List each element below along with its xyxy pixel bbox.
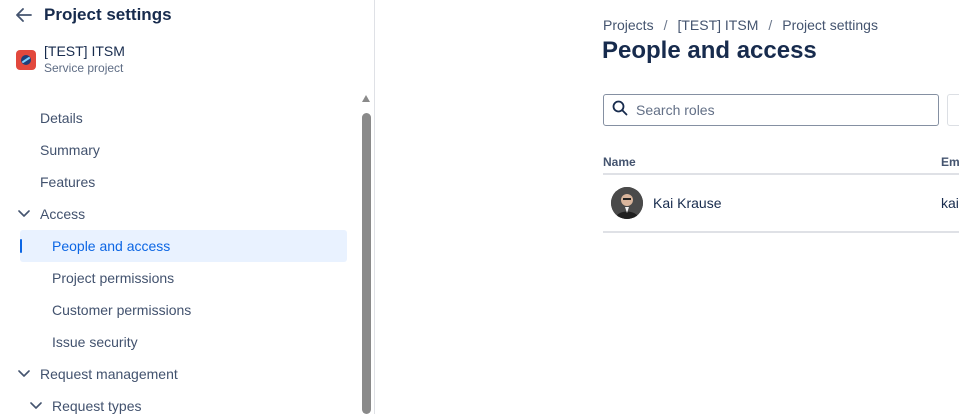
breadcrumb-separator: / <box>663 17 668 33</box>
search-icon <box>612 100 628 121</box>
scrollbar-thumb[interactable] <box>362 113 371 414</box>
breadcrumb-item[interactable]: Projects <box>603 17 654 33</box>
user-email: kai <box>941 195 959 211</box>
sidebar-scrollbar[interactable] <box>361 95 371 414</box>
sidebar-item-label: Details <box>40 110 83 126</box>
sidebar-item-label: Project permissions <box>52 270 175 286</box>
people-table: Name Em Kai Krause kai <box>603 150 959 233</box>
project-name: [TEST] ITSM <box>44 43 125 59</box>
scroll-up-arrow-icon[interactable] <box>362 95 370 102</box>
search-roles-field[interactable] <box>603 94 939 126</box>
sidebar-item-features[interactable]: Features <box>20 166 347 198</box>
chevron-down-icon <box>29 399 43 413</box>
sidebar-item-label: Customer permissions <box>52 302 192 318</box>
user-avatar <box>611 187 643 219</box>
project-type: Service project <box>44 61 124 75</box>
sidebar: Project settings [TEST] ITSM Service pro… <box>0 0 375 414</box>
sidebar-title: Project settings <box>44 5 172 24</box>
active-indicator <box>20 239 22 253</box>
breadcrumb-separator: / <box>768 17 773 33</box>
table-row: Kai Krause kai <box>603 175 959 233</box>
role-filter-select[interactable] <box>947 94 959 126</box>
sidebar-item-request-types[interactable]: Request types <box>20 390 347 414</box>
breadcrumb: Projects / [TEST] ITSM / Project setting… <box>603 17 878 33</box>
sidebar-item-label: Issue security <box>52 334 138 350</box>
sidebar-item-people-and-access[interactable]: People and access <box>20 230 347 262</box>
sidebar-item-request-management[interactable]: Request management <box>17 358 347 390</box>
sidebar-item-label: Access <box>40 206 86 222</box>
chevron-down-icon <box>17 207 31 221</box>
sidebar-item-access[interactable]: Access <box>17 198 347 230</box>
arrow-left-icon[interactable] <box>14 5 34 25</box>
sidebar-item-label: Summary <box>40 142 100 158</box>
sidebar-item-label: Features <box>40 174 96 190</box>
breadcrumb-item[interactable]: Project settings <box>782 17 878 33</box>
project-header: [TEST] ITSM Service project <box>16 43 125 76</box>
sidebar-item-issue-security[interactable]: Issue security <box>20 326 347 358</box>
chevron-down-icon <box>17 367 31 381</box>
table-header: Name Em <box>603 150 959 175</box>
column-header-name[interactable]: Name <box>603 155 636 169</box>
search-roles-input[interactable] <box>636 102 916 118</box>
sidebar-item-label: Request types <box>52 398 142 414</box>
breadcrumb-item[interactable]: [TEST] ITSM <box>677 17 758 33</box>
user-name[interactable]: Kai Krause <box>653 195 721 211</box>
sidebar-item-project-permissions[interactable]: Project permissions <box>20 262 347 294</box>
sidebar-item-summary[interactable]: Summary <box>20 134 347 166</box>
column-header-email[interactable]: Em <box>941 155 959 169</box>
sidebar-item-details[interactable]: Details <box>20 102 347 134</box>
sidebar-item-label: Request management <box>40 366 178 382</box>
sidebar-header: Project settings <box>14 4 172 26</box>
page-title: People and access <box>602 37 817 64</box>
sidebar-item-customer-permissions[interactable]: Customer permissions <box>20 294 347 326</box>
project-avatar-icon <box>16 50 36 70</box>
sidebar-item-label: People and access <box>52 238 171 254</box>
